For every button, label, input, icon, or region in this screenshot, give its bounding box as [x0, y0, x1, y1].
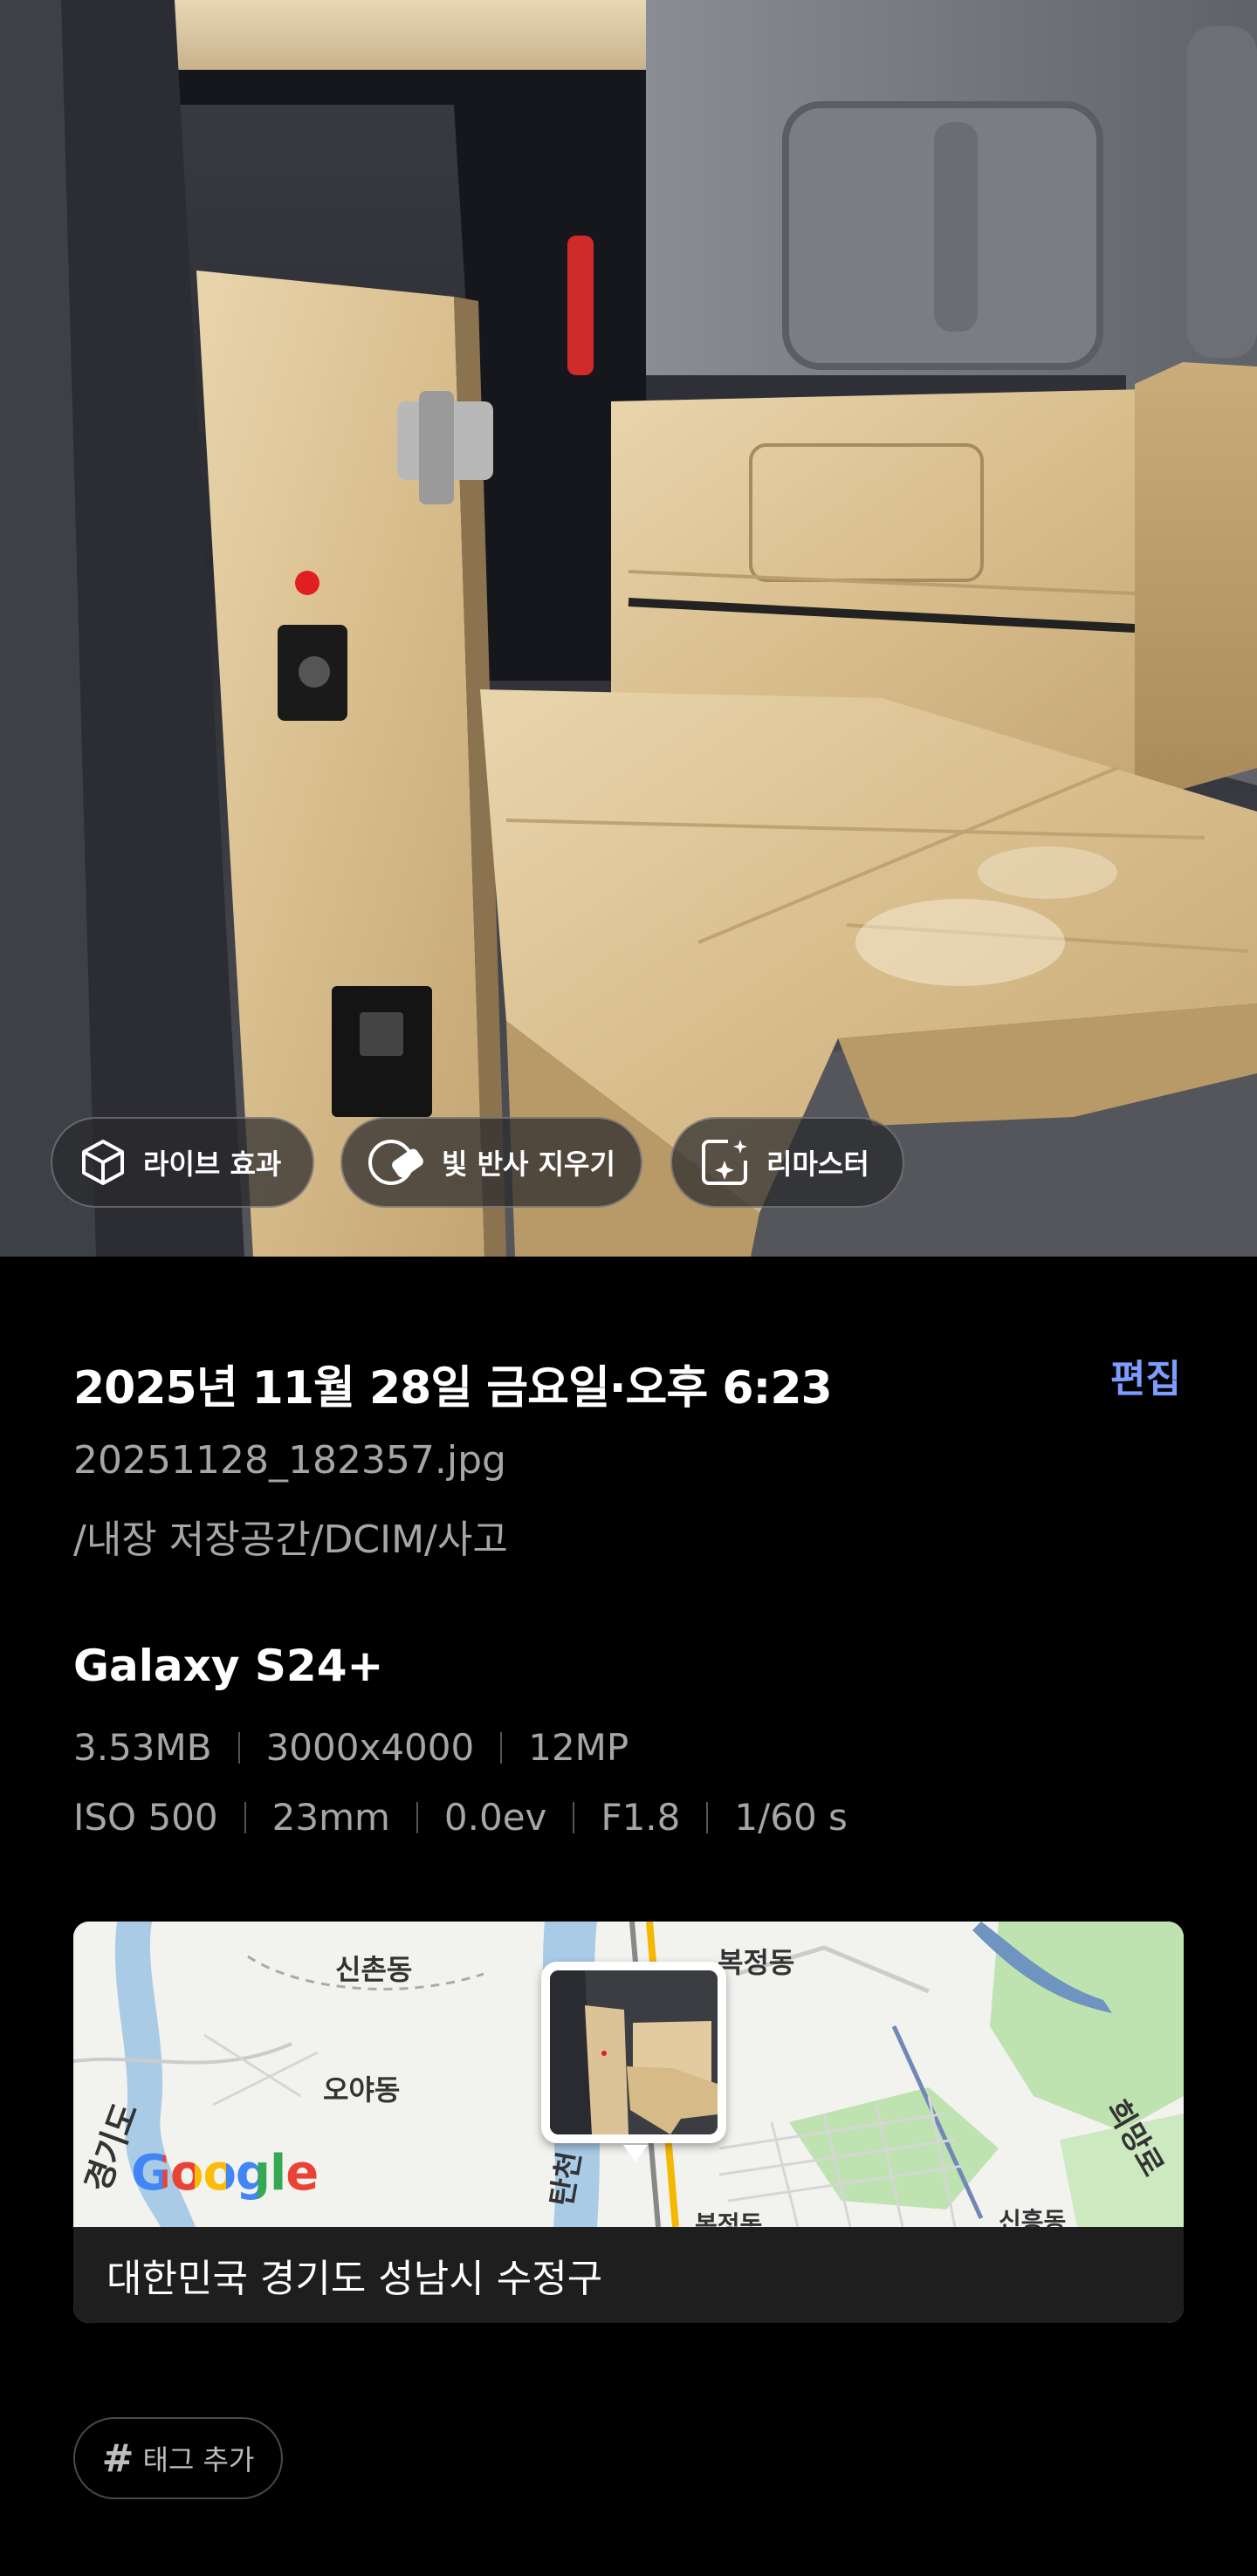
capture-datetime: 2025년 11월 28일 금요일·오후 6:23	[73, 1362, 833, 1415]
map-label-sinchon: 신촌동	[335, 1953, 413, 1986]
google-logo-text: Google	[131, 2145, 319, 2202]
remaster-button[interactable]: 리마스터	[670, 1117, 904, 1208]
live-effect-label: 라이브 효과	[143, 1148, 282, 1181]
divider	[706, 1801, 709, 1833]
divider	[500, 1731, 503, 1764]
sparkle-icon	[702, 1140, 747, 1185]
map-photo-thumbnail[interactable]	[541, 1962, 726, 2162]
divider	[573, 1801, 575, 1833]
address-text: 대한민국 경기도 성남시 수정구	[106, 2257, 603, 2301]
file-specs-row: 3.53MB 3000x4000 12MP	[73, 1726, 628, 1769]
map-label-bokjeong: 복정동	[718, 1946, 795, 1979]
live-effect-button[interactable]: 라이브 효과	[51, 1117, 314, 1208]
photo-viewer[interactable]: 라이브 효과 빛 반사 지우기 리마스터	[0, 0, 1257, 1257]
add-tag-button[interactable]: # 태그 추가	[73, 2417, 283, 2499]
map-pin	[623, 2145, 648, 2162]
address-bar[interactable]: 대한민국 경기도 성남시 수정구	[73, 2227, 1184, 2323]
cube-icon	[82, 1140, 124, 1185]
google-logo: Google	[131, 2145, 319, 2202]
file-path: /내장 저장공간/DCIM/사고	[73, 1518, 508, 1562]
map-label-oya: 오야동	[323, 2073, 401, 2107]
photo-image	[0, 0, 1257, 1257]
divider	[244, 1801, 246, 1833]
location-map-card[interactable]: 신촌동 오야동 복정동 경기도 탄천 희망로 복정동 신흥동 Google 대한…	[73, 1922, 1184, 2323]
file-size: 3.53MB	[73, 1726, 212, 1769]
thumbnail-image	[550, 1970, 718, 2134]
divider	[416, 1801, 418, 1833]
exposure-specs-row: ISO 500 23mm 0.0ev F1.8 1/60 s	[73, 1796, 848, 1839]
device-name: Galaxy S24+	[73, 1641, 384, 1691]
resolution: 3000x4000	[265, 1726, 475, 1769]
divider	[237, 1731, 240, 1764]
eraser-icon	[368, 1140, 423, 1185]
megapixels: 12MP	[528, 1726, 629, 1769]
iso: ISO 500	[73, 1796, 218, 1839]
aperture: F1.8	[601, 1796, 681, 1839]
focal-length: 23mm	[271, 1796, 390, 1839]
file-name: 20251128_182357.jpg	[73, 1438, 506, 1483]
remove-reflection-label: 빛 반사 지우기	[442, 1148, 615, 1181]
shutter-speed: 1/60 s	[734, 1796, 848, 1839]
remove-reflection-button[interactable]: 빛 반사 지우기	[340, 1117, 642, 1208]
edit-button[interactable]: 편집	[1110, 1347, 1181, 1403]
add-tag-label: 태그 추가	[142, 2443, 255, 2477]
exposure-value: 0.0ev	[443, 1796, 547, 1839]
remaster-label: 리마스터	[766, 1148, 869, 1181]
hash-icon: #	[101, 2436, 134, 2481]
